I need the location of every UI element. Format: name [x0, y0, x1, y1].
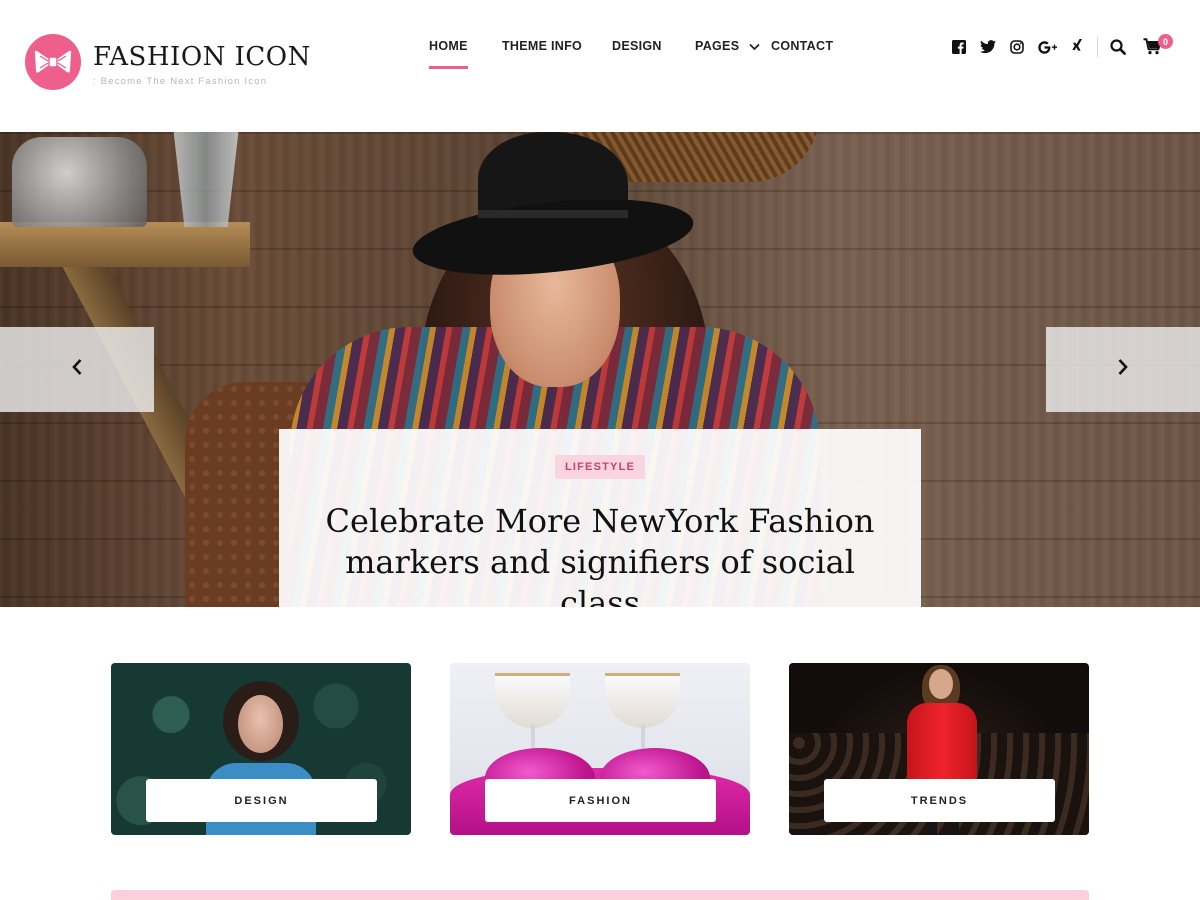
nav-item-theme-info[interactable]: THEME INFO	[502, 39, 582, 53]
nav-item-contact[interactable]: CONTACT	[771, 39, 833, 53]
hero-image-decanter	[12, 137, 147, 227]
site-tagline: : Become The Next Fashion Icon	[93, 76, 268, 87]
nav-item-pages[interactable]: PAGES	[695, 39, 760, 54]
category-card-trends[interactable]: TRENDS	[789, 663, 1089, 835]
category-label[interactable]: TRENDS	[824, 779, 1055, 822]
instagram-icon[interactable]	[1008, 38, 1026, 56]
category-label[interactable]: DESIGN	[146, 779, 377, 822]
chevron-left-icon	[71, 358, 83, 381]
twitter-icon[interactable]	[979, 38, 997, 56]
category-card-design[interactable]: DESIGN	[111, 663, 411, 835]
chevron-right-icon	[1117, 358, 1129, 381]
cart-count-badge: 0	[1158, 34, 1173, 49]
header-divider	[1097, 37, 1098, 57]
hero-title[interactable]: Celebrate More NewYork Fashion markers a…	[300, 501, 900, 607]
site-header: FASHION ICON : Become The Next Fashion I…	[0, 0, 1200, 132]
chevron-down-icon	[749, 40, 760, 54]
hero-caption: LIFESTYLE Celebrate More NewYork Fashion…	[279, 429, 921, 607]
nav-item-pages-label: PAGES	[695, 39, 740, 53]
category-badge[interactable]: LIFESTYLE	[554, 455, 646, 479]
section-banner	[111, 890, 1089, 900]
design-image-face	[238, 695, 283, 753]
slider-prev-button[interactable]	[0, 327, 154, 412]
fashion-image-glass	[495, 673, 570, 728]
hero-slider: LIFESTYLE Celebrate More NewYork Fashion…	[0, 132, 1200, 607]
facebook-icon[interactable]	[950, 38, 968, 56]
google-plus-icon[interactable]	[1037, 38, 1059, 56]
hero-image-shelf	[0, 222, 250, 267]
fashion-image-glass	[605, 673, 680, 728]
category-card-fashion[interactable]: FASHION	[450, 663, 750, 835]
search-icon[interactable]	[1109, 38, 1127, 56]
nav-item-design[interactable]: DESIGN	[612, 39, 662, 53]
nav-item-home[interactable]: HOME	[429, 39, 468, 69]
hero-image-hat-band	[478, 210, 628, 218]
trends-image-face	[929, 669, 953, 699]
slider-next-button[interactable]	[1046, 327, 1200, 412]
hero-image-glass	[173, 132, 239, 227]
xing-icon[interactable]	[1068, 38, 1086, 56]
category-label[interactable]: FASHION	[485, 779, 716, 822]
